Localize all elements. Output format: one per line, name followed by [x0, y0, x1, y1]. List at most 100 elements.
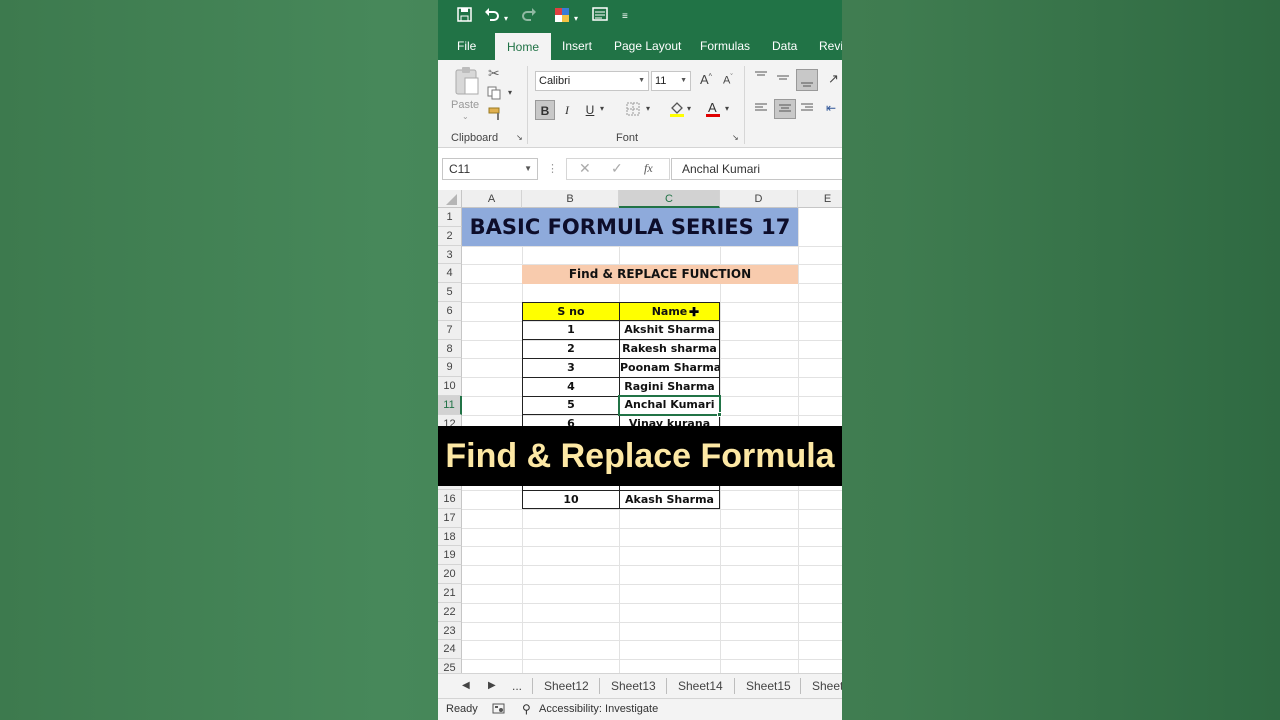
column-header-e[interactable]: E — [798, 190, 842, 208]
column-header-a[interactable]: A — [462, 190, 522, 208]
undo-icon[interactable] — [484, 7, 500, 26]
tab-page-layout[interactable]: Page Layout — [614, 32, 681, 60]
row-header-22[interactable]: 22 — [438, 602, 462, 622]
row-header-24[interactable]: 24 — [438, 640, 462, 660]
macro-record-icon[interactable] — [492, 702, 505, 718]
row-header-16[interactable]: 16 — [438, 490, 462, 509]
font-name-combo[interactable]: Calibri ▼ — [535, 71, 649, 91]
row-header-8[interactable]: 8 — [438, 339, 462, 359]
row-header-17[interactable]: 17 — [438, 508, 462, 528]
row-header-23[interactable]: 23 — [438, 621, 462, 641]
row-header-21[interactable]: 21 — [438, 584, 462, 603]
decrease-indent-icon[interactable]: ⇤ — [826, 101, 836, 115]
insert-function-icon[interactable]: fx — [644, 161, 653, 176]
row-header-9[interactable]: 9 — [438, 358, 462, 378]
underline-button[interactable]: U — [580, 100, 600, 120]
row-header-11[interactable]: 11 — [438, 396, 462, 415]
tab-insert[interactable]: Insert — [562, 32, 592, 60]
format-painter-icon[interactable] — [488, 107, 502, 124]
scroll-right-icon[interactable]: ▶ — [488, 674, 496, 698]
tab-file[interactable]: File — [457, 32, 476, 60]
fill-color-dropdown-icon[interactable]: ▾ — [687, 104, 691, 113]
paste-dropdown-icon[interactable]: ⌄ — [462, 112, 469, 121]
borders-dropdown-icon[interactable]: ▾ — [646, 104, 650, 113]
tab-review[interactable]: Revi — [819, 32, 842, 60]
header-sno-cell[interactable]: S no — [522, 302, 620, 321]
accessibility-icon[interactable]: ⚲ — [522, 702, 531, 716]
align-top-icon[interactable] — [754, 70, 768, 85]
enter-icon[interactable]: ✓ — [611, 160, 623, 177]
column-header-d[interactable]: D — [720, 190, 798, 208]
copy-dropdown-icon[interactable]: ▾ — [508, 88, 512, 97]
undo-dropdown-icon[interactable]: ▾ — [504, 10, 508, 28]
align-center-icon[interactable] — [774, 99, 796, 119]
clipboard-launcher-icon[interactable]: ↘ — [516, 133, 523, 142]
fill-handle[interactable] — [717, 412, 722, 417]
sheet-title[interactable]: BASIC FORMULA SERIES 17 — [462, 208, 798, 246]
font-launcher-icon[interactable]: ↘ — [732, 133, 739, 142]
font-color-icon[interactable]: A — [705, 100, 721, 121]
paste-label[interactable]: Paste — [451, 99, 479, 111]
tab-data[interactable]: Data — [772, 32, 797, 60]
customize-icon[interactable]: ≡ — [622, 8, 628, 26]
sheet-tab-sheet16[interactable]: Sheet — [812, 674, 842, 698]
save-icon[interactable] — [457, 7, 472, 27]
header-name-cell[interactable]: Name — [619, 302, 720, 321]
more-options-icon[interactable]: ⋮ — [547, 162, 558, 175]
row-header-6[interactable]: 6 — [438, 302, 462, 321]
name-cell[interactable]: Ragini Sharma — [619, 377, 720, 397]
name-box[interactable]: C11 ▼ — [442, 158, 538, 180]
align-middle-icon[interactable] — [776, 72, 790, 87]
column-header-b[interactable]: B — [522, 190, 619, 208]
form-icon[interactable] — [592, 7, 608, 26]
italic-button[interactable]: I — [557, 100, 577, 120]
sno-cell[interactable]: 10 — [522, 490, 620, 509]
row-header-3[interactable]: 3 — [438, 245, 462, 265]
row-header-5[interactable]: 5 — [438, 283, 462, 302]
sheet-tab-sheet12[interactable]: Sheet12 — [544, 674, 589, 698]
sheet-subtitle[interactable]: Find & REPLACE FUNCTION — [522, 265, 798, 284]
font-color-dropdown-icon[interactable]: ▾ — [725, 104, 729, 113]
row-header-25[interactable]: 25 — [438, 659, 462, 673]
row-header-20[interactable]: 20 — [438, 565, 462, 584]
accessibility-status[interactable]: Accessibility: Investigate — [539, 703, 658, 715]
name-cell[interactable]: Akshit Sharma — [619, 321, 720, 340]
tab-formulas[interactable]: Formulas — [700, 32, 750, 60]
more-sheets-button[interactable]: ... — [512, 674, 522, 698]
align-left-icon[interactable] — [754, 102, 768, 117]
row-header-2[interactable]: 2 — [438, 226, 462, 246]
sno-cell[interactable]: 3 — [522, 358, 620, 378]
name-cell[interactable]: Akash Sharma — [619, 490, 720, 509]
sno-cell[interactable]: 2 — [522, 340, 620, 359]
fill-color-icon[interactable] — [669, 100, 685, 121]
align-right-icon[interactable] — [800, 102, 814, 117]
name-cell[interactable]: Poonam Sharma — [619, 358, 720, 378]
underline-dropdown-icon[interactable]: ▾ — [600, 104, 604, 113]
align-bottom-icon[interactable] — [796, 69, 818, 91]
bold-button[interactable]: B — [535, 100, 555, 120]
borders-icon[interactable] — [626, 102, 640, 119]
redo-icon[interactable] — [521, 7, 537, 26]
increase-font-icon[interactable]: A^ — [700, 72, 712, 87]
sheet-tab-sheet13[interactable]: Sheet13 — [611, 674, 656, 698]
row-header-4[interactable]: 4 — [438, 264, 462, 284]
tab-home[interactable]: Home — [495, 33, 552, 60]
column-header-c[interactable]: C — [619, 190, 720, 208]
paste-icon[interactable] — [454, 66, 480, 99]
sheet-tab-sheet14[interactable]: Sheet14 — [678, 674, 723, 698]
row-header-19[interactable]: 19 — [438, 546, 462, 566]
font-size-combo[interactable]: 11 ▼ — [651, 71, 691, 91]
row-header-10[interactable]: 10 — [438, 377, 462, 396]
sno-cell[interactable]: 5 — [522, 396, 620, 415]
row-header-18[interactable]: 18 — [438, 527, 462, 547]
row-header-1[interactable]: 1 — [438, 208, 462, 227]
sheet-tab-sheet15[interactable]: Sheet15 — [746, 674, 791, 698]
formula-input[interactable]: Anchal Kumari — [671, 158, 842, 180]
format-painter-qat-icon[interactable] — [554, 7, 570, 28]
cut-icon[interactable]: ✂ — [488, 65, 500, 82]
cancel-icon[interactable]: ✕ — [579, 160, 591, 177]
sno-cell[interactable]: 4 — [522, 377, 620, 397]
color-dropdown-icon[interactable]: ▾ — [574, 10, 578, 28]
orientation-icon[interactable]: ↗ — [828, 71, 839, 87]
row-header-7[interactable]: 7 — [438, 320, 462, 340]
